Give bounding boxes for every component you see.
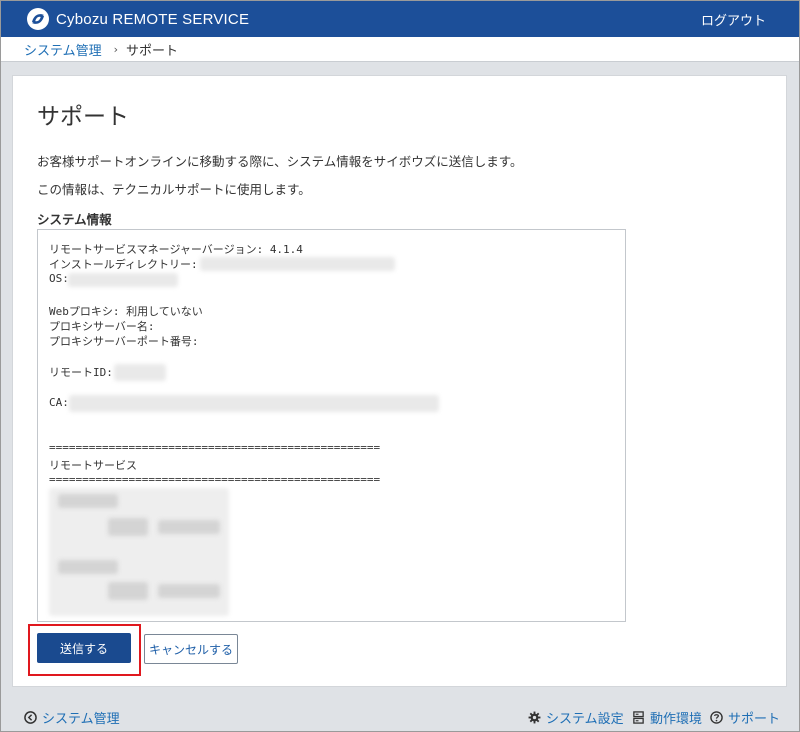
info-web-proxy: Webプロキシ: 利用していない [49,305,203,318]
page-title: サポート [37,104,129,130]
redacted-service-item [158,584,220,598]
system-info-box[interactable]: リモートサービスマネージャーバージョン: 4.1.4 インストールディレクトリー… [37,229,626,622]
gear-icon [528,711,541,724]
main-panel: サポート お客様サポートオンラインに移動する際に、システム情報をサイボウズに送信… [12,75,787,687]
server-icon [633,711,644,724]
logout-link[interactable]: ログアウト [701,10,766,29]
logo[interactable]: Cybozu REMOTE SERVICE [26,7,249,31]
back-circle-icon [24,711,37,724]
footer-environment-label: 動作環境 [650,712,703,727]
info-separator-top: ========================================… [49,441,381,454]
redacted-service-item [108,518,148,536]
info-os: OS: [49,272,69,285]
footer-environment-link[interactable]: 動作環境 [632,708,702,727]
info-ca: CA: [49,396,69,409]
redacted-service-item [158,520,220,534]
cybozu-logo-icon [27,8,49,30]
redacted-service-item [58,494,118,508]
system-info-label: システム情報 [37,212,112,227]
info-version: リモートサービスマネージャーバージョン: 4.1.4 [49,243,303,256]
breadcrumb-system-admin[interactable]: システム管理 [24,40,102,59]
redacted-ca [69,395,439,412]
cancel-button[interactable]: キャンセルする [144,634,238,664]
info-proxy-server: プロキシサーバー名: [49,320,155,333]
description-text: お客様サポートオンラインに移動する際に、システム情報をサイボウズに送信します。 [37,154,523,169]
footer-support-label: サポート [728,712,781,727]
send-button[interactable]: 送信する [37,633,131,663]
help-circle-icon [710,711,723,724]
app-name: Cybozu REMOTE SERVICE [56,10,250,28]
breadcrumb-current: サポート [126,43,179,59]
info-remote-service: リモートサービス [49,459,137,472]
footer-system-settings-label: システム設定 [546,712,624,727]
redacted-service-item [58,560,118,574]
redacted-os [68,273,178,287]
info-remote-id: リモートID: [49,366,113,379]
footer-system-settings-link[interactable]: システム設定 [528,708,624,727]
footer-bar: システム管理 システム設定 動作環境 サポート [0,700,800,732]
breadcrumb-chevron-icon: › [113,42,119,56]
redacted-service-item [108,582,148,600]
description-usage-text: この情報は、テクニカルサポートに使用します。 [37,182,311,197]
breadcrumb: システム管理 › サポート [0,37,800,62]
info-separator-bottom: ========================================… [49,473,381,486]
redacted-install-dir [200,257,395,271]
footer-support-link[interactable]: サポート [710,708,780,727]
footer-system-admin-label: システム管理 [42,712,120,727]
redacted-remote-id [114,364,166,381]
info-install-dir: インストールディレクトリー: [49,258,198,271]
info-proxy-port: プロキシサーバーポート番号: [49,335,199,348]
header-bar: Cybozu REMOTE SERVICE ログアウト [0,0,800,37]
footer-system-admin-link[interactable]: システム管理 [24,708,120,727]
